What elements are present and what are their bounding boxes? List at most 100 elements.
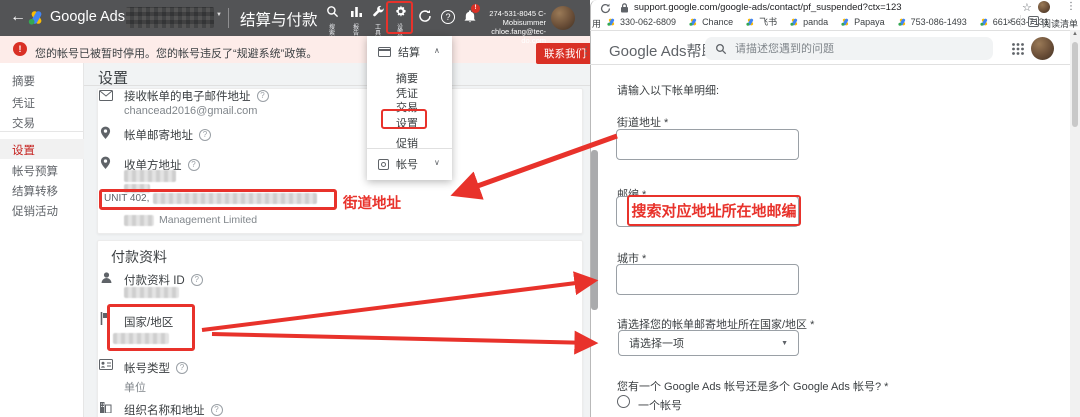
scroll-up-icon[interactable]: ▲ [1072, 31, 1078, 37]
nav-settings[interactable]: 设置 [390, 5, 410, 37]
organization-icon [99, 401, 112, 413]
zip-input[interactable] [616, 196, 799, 227]
left-page-scrollbar-thumb[interactable] [591, 150, 598, 310]
bookmarks-divider [1020, 15, 1021, 27]
help-profile-avatar[interactable] [1031, 37, 1054, 60]
redacted-country-value [113, 333, 169, 344]
reading-list-icon[interactable] [1028, 16, 1039, 27]
sidebar-item-promotions[interactable]: 促销活动 [12, 203, 58, 219]
help-search-input[interactable] [735, 42, 965, 55]
person-icon [100, 271, 113, 284]
bookmarks-overflow-icon[interactable]: » [1007, 16, 1013, 27]
bookmark-apps-partial[interactable]: 用 [592, 17, 601, 30]
help-search-box[interactable] [705, 37, 993, 60]
google-ads-favicon [841, 18, 849, 26]
nav-search[interactable]: 搜索 [322, 5, 342, 37]
redacted-address-line [124, 170, 176, 182]
account-email: chloe.fang@tec-do.com [491, 27, 546, 45]
screenshot-canvas: ← Google Ads ▼ 结算与付款 搜索 报告 工具 设置 ? ! 274… [0, 0, 1080, 417]
google-ads-favicon [746, 18, 754, 26]
toolbar-divider [228, 8, 229, 28]
envelope-icon [99, 90, 113, 101]
refresh-icon[interactable] [418, 9, 432, 23]
menu-divider [367, 148, 452, 149]
expand-icon[interactable]: ∨ [434, 158, 440, 167]
menu-item-settings[interactable]: 设置 [396, 115, 418, 131]
brand-title: Google Ads [50, 9, 125, 25]
nav-reports[interactable]: 报告 [346, 5, 366, 37]
billing-card-icon [378, 47, 391, 57]
sidebar-divider [0, 131, 84, 132]
nav-tools[interactable]: 工具 [368, 5, 388, 37]
help-site-title[interactable]: Google Ads帮助 [609, 40, 717, 61]
bookmark-item[interactable]: Chance [689, 17, 733, 27]
alert-icon: ! [13, 42, 27, 56]
account-box-icon [378, 158, 389, 170]
flag-icon [100, 312, 111, 325]
google-ads-logo-icon [28, 11, 42, 25]
redacted-street-detail [153, 193, 318, 204]
help-circle-icon[interactable]: ? [256, 90, 269, 102]
section-title: 结算与付款 [240, 12, 318, 29]
header-divider [590, 64, 1080, 65]
help-circle-icon[interactable]: ? [187, 159, 200, 171]
menu-group-account[interactable]: 帐号 [396, 156, 418, 172]
nav-search-label: 搜索 [328, 25, 335, 37]
org-name-address-label: 组织名称和地址 [124, 405, 205, 417]
help-circle-icon[interactable]: ? [190, 274, 203, 286]
alert-text: 您的帐号已被暂时停用。您的帐号违反了“规避系统”政策。 [35, 48, 318, 60]
location-pin-icon [100, 156, 111, 170]
browser-profile-avatar[interactable] [1038, 1, 1050, 13]
bookmark-star-icon[interactable]: ☆ [1022, 1, 1032, 14]
bookmark-item[interactable]: panda [790, 17, 828, 27]
street-address-label: 街道地址 * [617, 117, 669, 129]
bookmark-item[interactable]: 330-062-6809 [607, 17, 676, 27]
tools-icon [372, 5, 384, 17]
city-input[interactable] [616, 264, 799, 295]
browser-menu-icon[interactable]: ⋮ [1066, 1, 1076, 12]
help-icon[interactable]: ? [441, 10, 455, 24]
bookmark-item[interactable]: 753-086-1493 [898, 17, 967, 27]
radio-one-account[interactable] [617, 395, 630, 408]
account-type-label: 帐号类型 [124, 363, 170, 375]
sidebar-item-billing-transfers[interactable]: 结算转移 [12, 183, 58, 199]
sidebar-item-settings[interactable]: 设置 [12, 142, 35, 158]
redacted-region-line [124, 184, 150, 193]
page-title: 设置 [98, 70, 129, 87]
country-select[interactable]: 请选择一项 ▼ [618, 330, 799, 356]
chrome-divider [590, 30, 1080, 31]
country-region-label: 国家/地区 [124, 317, 174, 329]
apps-grid-icon[interactable] [1011, 42, 1025, 56]
page-scrollbar-thumb[interactable] [1072, 42, 1078, 127]
sidebar-item-documents[interactable]: 凭证 [12, 95, 35, 111]
sidebar-item-account-budgets[interactable]: 帐号预算 [12, 163, 58, 179]
reading-list-label[interactable]: 阅读清单 [1042, 17, 1078, 30]
google-ads-favicon [980, 18, 987, 26]
back-icon[interactable]: ← [10, 8, 26, 26]
sidebar-item-transactions[interactable]: 交易 [12, 115, 35, 131]
billing-email-label: 接收帐单的电子邮件地址 [124, 91, 251, 103]
bookmark-item[interactable]: 飞书 [746, 15, 777, 28]
account-picker-caret-icon: ▼ [216, 12, 222, 18]
menu-item-summary[interactable]: 摘要 [396, 70, 418, 86]
sidebar-item-summary[interactable]: 摘要 [12, 73, 35, 89]
company-name-suffix: Management Limited [159, 214, 258, 226]
menu-group-billing[interactable]: 结算 [398, 44, 420, 60]
location-pin-icon [100, 126, 111, 140]
account-picker-redacted[interactable] [126, 7, 214, 28]
help-circle-icon[interactable]: ? [176, 362, 188, 374]
collapse-icon[interactable]: ∧ [434, 46, 440, 55]
google-ads-favicon [898, 18, 905, 26]
google-ads-favicon [689, 18, 697, 26]
mailing-address-label: 帐单邮寄地址 [124, 130, 193, 142]
notification-badge: ! [471, 4, 480, 13]
help-circle-icon[interactable]: ? [210, 404, 223, 416]
help-circle-icon[interactable]: ? [199, 129, 211, 141]
bookmark-item[interactable]: Papaya [841, 17, 885, 27]
toolbar-avatar[interactable] [551, 6, 575, 30]
menu-item-transactions[interactable]: 交易 [396, 99, 418, 115]
address-bar[interactable]: support.google.com/google-ads/contact/pf… [634, 2, 902, 13]
lock-icon [621, 3, 628, 13]
reload-icon[interactable] [600, 3, 611, 14]
street-address-input[interactable] [616, 129, 799, 160]
